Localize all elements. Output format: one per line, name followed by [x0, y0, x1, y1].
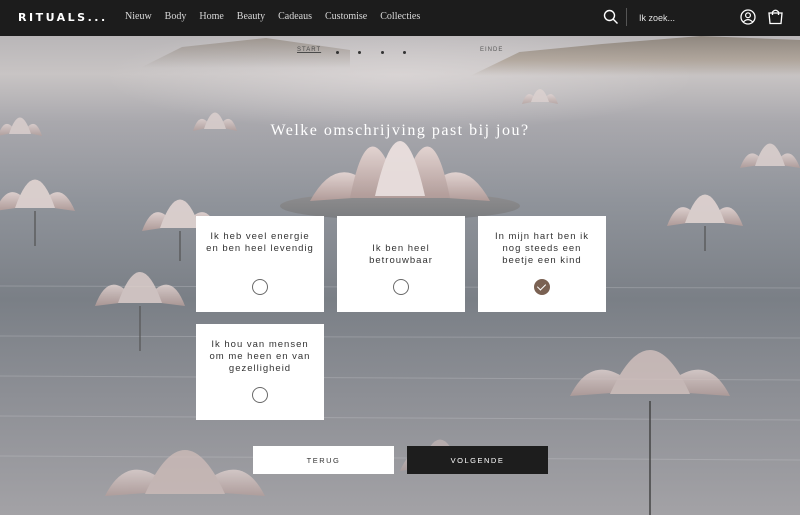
answer-card-kind[interactable]: In mijn hart ben ik nog steeds een beetj…	[478, 216, 606, 312]
shopping-bag-icon[interactable]	[767, 8, 784, 25]
answer-label: In mijn hart ben ik nog steeds een beetj…	[495, 231, 589, 266]
answer-label: Ik ben heel betrouwbaar	[369, 243, 433, 266]
nav-item-nieuw[interactable]: Nieuw	[125, 11, 152, 22]
search-input[interactable]	[634, 10, 724, 26]
nav-item-beauty[interactable]: Beauty	[237, 11, 265, 22]
nav-item-body[interactable]: Body	[165, 11, 187, 22]
quiz-progress: START EINDE	[0, 47, 800, 59]
quiz-question: Welke omschrijving past bij jou?	[270, 122, 530, 139]
answer-radio-checked[interactable]	[534, 279, 550, 295]
top-navigation-bar: RITUALS... Nieuw Body Home Beauty Cadeau…	[0, 0, 800, 36]
progress-step-dot	[381, 51, 384, 54]
answer-card-energie[interactable]: Ik heb veel energie en ben heel levendig	[196, 216, 324, 312]
answer-card-gezelligheid[interactable]: Ik hou van mensen om me heen en van geze…	[196, 324, 324, 420]
progress-step-dot	[403, 51, 406, 54]
rituals-logo[interactable]: RITUALS...	[18, 11, 108, 24]
answer-radio[interactable]	[252, 279, 268, 295]
answer-label: Ik heb veel energie en ben heel levendig	[206, 231, 314, 254]
answer-card-betrouwbaar[interactable]: Ik ben heel betrouwbaar	[337, 216, 465, 312]
header-divider	[626, 8, 627, 26]
next-button[interactable]: VOLGENDE	[407, 446, 548, 474]
account-icon[interactable]	[740, 9, 756, 25]
main-nav: Nieuw Body Home Beauty Cadeaus Customise…	[125, 11, 433, 22]
progress-start-label: START	[297, 47, 322, 53]
nav-item-cadeaus[interactable]: Cadeaus	[278, 11, 312, 22]
progress-step-dot	[358, 51, 361, 54]
answer-label: Ik hou van mensen om me heen en van geze…	[209, 339, 311, 374]
nav-item-home[interactable]: Home	[199, 11, 223, 22]
search-icon[interactable]	[603, 9, 619, 25]
back-button[interactable]: TERUG	[253, 446, 394, 474]
nav-item-customise[interactable]: Customise	[325, 11, 367, 22]
progress-step-dot	[336, 51, 339, 54]
answer-radio[interactable]	[393, 279, 409, 295]
progress-end-label: EINDE	[480, 47, 504, 53]
nav-item-collecties[interactable]: Collecties	[380, 11, 420, 22]
answer-radio[interactable]	[252, 387, 268, 403]
